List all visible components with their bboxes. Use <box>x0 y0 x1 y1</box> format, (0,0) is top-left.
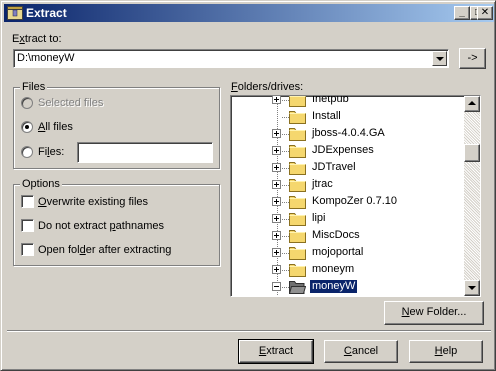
tree-connector <box>282 151 289 152</box>
selected-files-radio[interactable] <box>21 97 33 109</box>
expand-plus-icon[interactable] <box>272 96 281 104</box>
expand-plus-icon[interactable] <box>272 197 281 206</box>
browse-button-label: -> <box>467 52 478 64</box>
options-group-title: Options <box>20 178 62 190</box>
expand-plus-icon[interactable] <box>272 265 281 274</box>
tree-item-label: moneyW <box>308 279 359 294</box>
folder-icon <box>289 126 306 141</box>
open-folder-checkbox[interactable] <box>21 243 34 256</box>
tree-item-label: mojoportal <box>312 246 364 258</box>
folder-icon <box>289 177 306 192</box>
cancel-button[interactable]: Cancel <box>324 340 398 363</box>
tree-item-label: jtrac <box>312 178 333 190</box>
scroll-down-icon[interactable] <box>464 280 480 296</box>
tree-connector <box>282 100 289 101</box>
files-group-title: Files <box>20 81 48 93</box>
selected-files-label: Selected files <box>38 97 104 109</box>
expand-plus-icon[interactable] <box>272 146 281 155</box>
folder-icon <box>289 194 306 209</box>
window-title: Extract <box>26 6 67 20</box>
folder-icon <box>289 96 306 107</box>
tree-item-label: jboss-4.0.4.GA <box>312 127 385 139</box>
help-button-label: Help <box>434 345 458 357</box>
expand-plus-icon[interactable] <box>272 214 281 223</box>
no-pathnames-checkbox[interactable] <box>21 219 34 232</box>
minimize-button[interactable]: _ <box>454 6 470 20</box>
overwrite-checkbox[interactable] <box>21 195 34 208</box>
tree-item-label: moneym <box>312 263 355 275</box>
expand-plus-icon[interactable] <box>272 231 281 240</box>
close-icon: ✕ <box>480 7 490 18</box>
folder-icon <box>289 109 306 124</box>
folder-icon <box>289 143 306 158</box>
folder-tree[interactable]: Inetpub Install jboss-4.0.4.GA JDExpenses JD… <box>230 95 481 297</box>
expand-plus-icon[interactable] <box>272 129 281 138</box>
folder-open-icon <box>288 279 307 294</box>
tree-connector <box>282 168 289 169</box>
new-folder-button-label: New Folder... <box>401 306 467 318</box>
tree-connector <box>282 185 289 186</box>
browse-button[interactable]: -> <box>459 48 486 69</box>
scroll-up-icon[interactable] <box>464 96 480 112</box>
chevron-down-icon[interactable] <box>432 51 447 66</box>
help-button[interactable]: Help <box>409 340 483 363</box>
cancel-button-label: Cancel <box>343 345 379 357</box>
folders-drives-label: Folders/drives: <box>231 81 304 93</box>
new-folder-button[interactable]: New Folder... <box>384 301 484 325</box>
scrollbar-thumb[interactable] <box>464 144 480 162</box>
radio-dot <box>25 125 29 129</box>
tree-item-label: Install <box>312 110 341 122</box>
tree-connector <box>282 202 289 203</box>
bottom-separator <box>7 330 491 332</box>
extract-to-label: Extract to: <box>12 33 62 45</box>
tree-connector <box>282 236 289 237</box>
no-pathnames-label[interactable]: Do not extract pathnames <box>38 220 164 233</box>
files-pattern-input[interactable] <box>77 142 213 163</box>
tree-connector <box>282 134 289 135</box>
minimize-icon: _ <box>459 7 465 18</box>
folder-icon <box>289 245 306 260</box>
extract-button-label: Extract <box>258 345 294 357</box>
all-files-radio[interactable] <box>21 121 33 133</box>
collapse-minus-icon[interactable] <box>272 282 281 291</box>
tree-item-label: JDExpenses <box>312 144 374 156</box>
extract-path-combo[interactable]: D:\moneyW <box>13 49 449 68</box>
files-radio[interactable] <box>21 146 33 158</box>
title-bar[interactable]: Extract _ □ ✕ <box>4 4 494 22</box>
tree-connector <box>282 287 289 288</box>
files-label[interactable]: Files: <box>38 146 64 159</box>
archive-icon <box>7 6 23 20</box>
overwrite-label[interactable]: Overwrite existing files <box>38 196 148 209</box>
tree-item-label: JDTravel <box>312 161 356 173</box>
folder-icon <box>289 160 306 175</box>
extract-button[interactable]: Extract <box>238 339 314 364</box>
tree-item-label: MiscDocs <box>312 229 360 241</box>
folder-icon <box>289 211 306 226</box>
extract-dialog: Extract _ □ ✕ Extract to: D:\moneyW -> F… <box>0 0 496 371</box>
folder-icon <box>289 262 306 277</box>
tree-connector <box>282 117 289 118</box>
tree-item-label: lipi <box>312 212 326 224</box>
tree-connector <box>282 270 289 271</box>
folder-icon <box>289 228 306 243</box>
expand-plus-icon[interactable] <box>272 180 281 189</box>
tree-connector <box>282 219 289 220</box>
extract-path-value[interactable]: D:\moneyW <box>17 52 74 64</box>
expand-plus-icon[interactable] <box>272 163 281 172</box>
expand-plus-icon[interactable] <box>272 248 281 257</box>
all-files-label[interactable]: All files <box>38 121 73 134</box>
open-folder-label[interactable]: Open folder after extracting <box>38 244 171 257</box>
folder-tree-scrollbar[interactable] <box>464 96 480 296</box>
close-button[interactable]: ✕ <box>477 6 493 20</box>
tree-item-label: Inetpub <box>312 95 349 105</box>
tree-item[interactable]: moneyW <box>231 277 463 296</box>
tree-connector <box>282 253 289 254</box>
tree-item-label: KompoZer 0.7.10 <box>312 195 397 207</box>
